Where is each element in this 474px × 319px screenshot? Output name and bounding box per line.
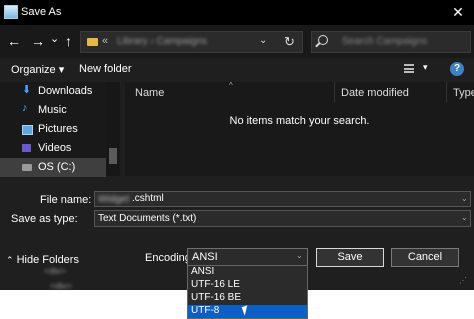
encoding-option-utf16le[interactable]: UTF-16 LE	[188, 279, 307, 292]
savetype-select[interactable]: Text Documents (*.txt) ⌄	[94, 210, 471, 227]
title-bar: Save As ✕	[0, 0, 474, 25]
recent-locations-dropdown[interactable]: ⌄	[50, 30, 59, 48]
file-list: ^ Name Date modified Type No items match…	[125, 81, 474, 176]
forward-button[interactable]: →	[31, 32, 45, 50]
up-button[interactable]: ↑	[65, 32, 72, 50]
encoding-option-utf16be[interactable]: UTF-16 BE	[188, 292, 307, 305]
chevron-down-icon[interactable]: ⌄	[461, 194, 468, 203]
sidebar-item-pictures[interactable]: Pictures	[0, 120, 106, 139]
column-header-name[interactable]: ^ Name	[125, 81, 335, 102]
background-text-line: <div>	[50, 281, 73, 291]
sidebar-item-label: Videos	[38, 142, 72, 154]
encoding-value: ANSI	[192, 251, 218, 263]
view-options-icon[interactable]	[404, 64, 414, 73]
sidebar-item-os-c[interactable]: OS (C:)	[0, 158, 106, 177]
address-path[interactable]: Library › Campaigns	[117, 36, 207, 47]
option-label: UTF-8	[191, 305, 220, 316]
sidebar-item-label: Downloads	[38, 85, 93, 97]
encoding-select[interactable]: ANSI ⌄	[187, 248, 308, 266]
chevron-up-icon: ⌃	[6, 255, 14, 265]
savetype-label: Save as type:	[11, 213, 78, 225]
chevron-down-icon[interactable]: ⌄	[461, 213, 468, 222]
cancel-button[interactable]: Cancel	[391, 248, 459, 267]
column-header-type[interactable]: Type	[447, 82, 474, 102]
scrollbar-thumb[interactable]	[109, 148, 117, 164]
sidebar-scrollbar[interactable]	[106, 82, 120, 176]
chevron-down-icon[interactable]: ⌄	[296, 251, 303, 260]
encoding-option-ansi[interactable]: ANSI	[188, 266, 307, 279]
background-text-line: <div>	[44, 266, 67, 276]
sidebar-item-label: OS (C:)	[38, 161, 76, 173]
navigation-pane: ⬇ Downloads ♪ Music Pictures Videos OS (…	[0, 82, 120, 177]
option-label: UTF-16 BE	[191, 292, 242, 303]
view-options-dropdown[interactable]: ▾	[423, 62, 428, 73]
save-button[interactable]: Save	[316, 248, 384, 267]
back-button[interactable]: ←	[7, 32, 21, 50]
folder-icon	[87, 38, 98, 46]
resize-grip-icon[interactable]: ⋰	[459, 276, 467, 285]
address-dropdown-icon[interactable]: ⌄	[259, 35, 267, 46]
close-button[interactable]: ✕	[442, 0, 474, 25]
search-input[interactable]: Search Campaigns	[311, 31, 471, 53]
option-label: UTF-16 LE	[191, 279, 240, 290]
drive-icon	[22, 164, 32, 171]
notepad-icon	[4, 5, 18, 19]
address-chevron[interactable]: «	[102, 35, 108, 47]
sidebar-item-label: Music	[38, 104, 67, 116]
sort-arrow-icon: ^	[229, 81, 233, 90]
column-label: Date modified	[341, 87, 409, 99]
search-placeholder: Search Campaigns	[342, 36, 428, 47]
sidebar-item-label: Pictures	[38, 123, 78, 135]
column-label: Type	[453, 87, 474, 99]
hide-folders-button[interactable]: ⌃ Hide Folders	[6, 254, 79, 266]
column-label: Name	[135, 87, 165, 99]
savetype-value: Text Documents (*.txt)	[98, 213, 197, 224]
filename-input[interactable]: Widget .cshtml ⌄	[94, 191, 471, 207]
filename-label: File name:	[40, 194, 92, 206]
column-header-date-modified[interactable]: Date modified	[335, 82, 447, 102]
window-title: Save As	[21, 6, 62, 18]
hide-folders-label: Hide Folders	[16, 254, 79, 266]
help-icon[interactable]: ?	[450, 62, 464, 76]
new-folder-button[interactable]: New folder	[79, 63, 132, 75]
save-as-dialog: Save As ✕ ← → ⌄ ↑ « Library › Campaigns …	[0, 0, 474, 290]
download-icon: ⬇	[22, 84, 32, 96]
organize-button[interactable]: Organize ▾	[11, 63, 64, 76]
pictures-icon	[22, 125, 33, 135]
address-bar[interactable]: « Library › Campaigns ⌄ ↻	[80, 31, 303, 53]
empty-message: No items match your search.	[229, 115, 370, 127]
music-icon: ♪	[22, 102, 28, 114]
refresh-icon[interactable]: ↻	[284, 34, 295, 50]
filename-extension: .cshtml	[132, 193, 164, 204]
search-icon	[318, 35, 328, 45]
sidebar-item-music[interactable]: ♪ Music	[0, 101, 106, 120]
option-label: ANSI	[191, 266, 215, 277]
sidebar-item-videos[interactable]: Videos	[0, 139, 106, 158]
command-bar: Organize ▾ New folder ▾ ?	[0, 58, 474, 82]
navigation-bar: ← → ⌄ ↑ « Library › Campaigns ⌄ ↻ Search…	[0, 25, 474, 58]
videos-icon	[22, 144, 31, 152]
sidebar-item-downloads[interactable]: ⬇ Downloads	[0, 82, 106, 101]
filename-blurred: Widget	[98, 194, 130, 205]
